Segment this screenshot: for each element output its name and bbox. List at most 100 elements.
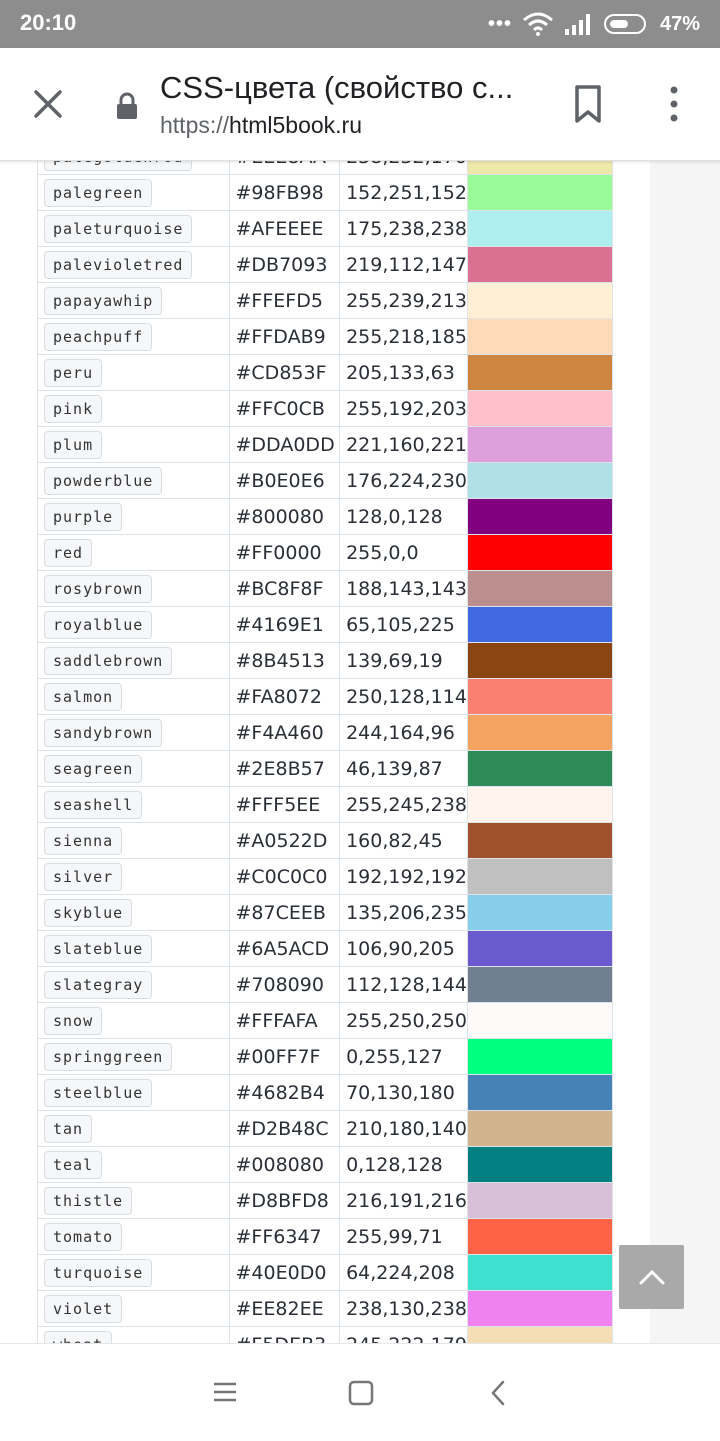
color-name: seashell: [44, 790, 143, 819]
rgb-value: 216,191,216: [339, 1182, 468, 1219]
table-row: turquoise #40E0D0 64,224,208: [37, 1254, 614, 1291]
color-name: turquoise: [44, 1258, 153, 1287]
notification-dots-icon: •••: [487, 12, 512, 35]
color-name: sandybrown: [44, 718, 163, 747]
color-name-cell: seagreen: [37, 750, 230, 787]
color-name-cell: palevioletred: [37, 246, 230, 283]
close-icon[interactable]: [28, 84, 68, 124]
color-name-cell: silver: [37, 858, 230, 895]
color-name-cell: skyblue: [37, 894, 230, 931]
color-swatch: [466, 750, 614, 787]
color-name-cell: springgreen: [37, 1038, 230, 1075]
hex-value: #87CEEB: [228, 894, 341, 931]
hex-value: #F4A460: [228, 714, 341, 751]
color-swatch: [466, 462, 614, 499]
hex-value: #AFEEEE: [228, 210, 341, 247]
rgb-value: 64,224,208: [339, 1254, 468, 1291]
color-swatch: [466, 642, 614, 679]
color-name-cell: wheat: [37, 1326, 230, 1343]
table-row: violet #EE82EE 238,130,238: [37, 1290, 614, 1327]
color-name: royalblue: [44, 610, 153, 639]
back-icon[interactable]: [488, 1379, 508, 1407]
color-name-cell: slategray: [37, 966, 230, 1003]
color-swatch: [466, 822, 614, 859]
table-row: plum #DDA0DD 221,160,221: [37, 426, 614, 463]
rgb-value: 152,251,152: [339, 174, 468, 211]
color-swatch: [466, 894, 614, 931]
color-swatch: [466, 966, 614, 1003]
color-name: saddlebrown: [44, 646, 173, 675]
color-swatch: [466, 930, 614, 967]
hex-value: #00FF7F: [228, 1038, 341, 1075]
table-row: wheat #F5DEB3245,222,179: [37, 1326, 614, 1343]
hex-value: #800080: [228, 498, 341, 535]
url-bar[interactable]: https://html5book.ru: [160, 112, 362, 139]
hex-value: #C0C0C0: [228, 858, 341, 895]
color-name-cell: palegoldenrod: [37, 160, 230, 175]
menu-icon[interactable]: [212, 1380, 238, 1404]
rgb-value: 221,160,221: [339, 426, 468, 463]
table-row: thistle #D8BFD8 216,191,216: [37, 1182, 614, 1219]
hex-value: #40E0D0: [228, 1254, 341, 1291]
hex-value: #FA8072: [228, 678, 341, 715]
table-row: peru #CD853F 205,133,63: [37, 354, 614, 391]
hex-value: #B0E0E6: [228, 462, 341, 499]
hex-value: #FFF5EE: [228, 786, 341, 823]
table-row: silver #C0C0C0 192,192,192: [37, 858, 614, 895]
color-swatch: [466, 1254, 614, 1291]
browser-toolbar: CSS-цвета (свойство с... https://html5bo…: [0, 48, 720, 161]
hex-value: #EE82EE: [228, 1290, 341, 1327]
color-name-cell: royalblue: [37, 606, 230, 643]
color-name: seagreen: [44, 754, 143, 783]
more-vert-icon[interactable]: [664, 84, 684, 124]
color-swatch: [466, 570, 614, 607]
hex-value: #8B4513: [228, 642, 341, 679]
table-row: salmon #FA8072 250,128,114: [37, 678, 614, 715]
table-row: skyblue #87CEEB 135,206,235: [37, 894, 614, 931]
color-name: slateblue: [44, 934, 153, 963]
square-icon[interactable]: [348, 1380, 374, 1406]
color-name: peachpuff: [44, 322, 153, 351]
table-row: pink #FFC0CB 255,192,203: [37, 390, 614, 427]
color-swatch: [466, 318, 614, 355]
bookmark-icon[interactable]: [572, 84, 604, 124]
page-title: CSS-цвета (свойство с...: [160, 70, 514, 105]
rgb-value: 255,250,250: [339, 1002, 468, 1039]
table-row: peachpuff #FFDAB9 255,218,185: [37, 318, 614, 355]
page-content[interactable]: palegoldenrod#EEE8AA238,232,170palegreen…: [0, 160, 720, 1343]
color-name: tan: [44, 1114, 93, 1143]
rgb-value: 70,130,180: [339, 1074, 468, 1111]
color-name-cell: red: [37, 534, 230, 571]
table-row: red #FF0000 255,0,0: [37, 534, 614, 571]
rgb-value: 245,222,179: [339, 1326, 468, 1343]
color-name-cell: sienna: [37, 822, 230, 859]
rgb-value: 160,82,45: [339, 822, 468, 859]
table-row: royalblue #4169E1 65,105,225: [37, 606, 614, 643]
color-table-wrapper: palegoldenrod#EEE8AA238,232,170palegreen…: [37, 160, 614, 1343]
color-swatch: [466, 498, 614, 535]
status-bar: 20:10 ••• 47%: [0, 0, 720, 48]
color-table: palegoldenrod#EEE8AA238,232,170palegreen…: [37, 160, 614, 1343]
color-name-cell: salmon: [37, 678, 230, 715]
back-to-top-button[interactable]: [619, 1245, 684, 1309]
hex-value: #FFC0CB: [228, 390, 341, 427]
rgb-value: 65,105,225: [339, 606, 468, 643]
hex-value: #EEE8AA: [228, 160, 341, 175]
signal-icon: [564, 14, 590, 35]
rgb-value: 238,130,238: [339, 1290, 468, 1327]
hex-value: #2E8B57: [228, 750, 341, 787]
color-swatch: [466, 1146, 614, 1183]
hex-value: #6A5ACD: [228, 930, 341, 967]
battery-icon: [603, 14, 646, 34]
color-name-cell: peachpuff: [37, 318, 230, 355]
rgb-value: 128,0,128: [339, 498, 468, 535]
color-name-cell: plum: [37, 426, 230, 463]
color-name-cell: paleturquoise: [37, 210, 230, 247]
color-name-cell: sandybrown: [37, 714, 230, 751]
color-name: purple: [44, 502, 123, 531]
color-swatch: [466, 678, 614, 715]
hex-value: #BC8F8F: [228, 570, 341, 607]
hex-value: #CD853F: [228, 354, 341, 391]
color-name: sienna: [44, 826, 123, 855]
table-row: palegreen #98FB98 152,251,152: [37, 174, 614, 211]
